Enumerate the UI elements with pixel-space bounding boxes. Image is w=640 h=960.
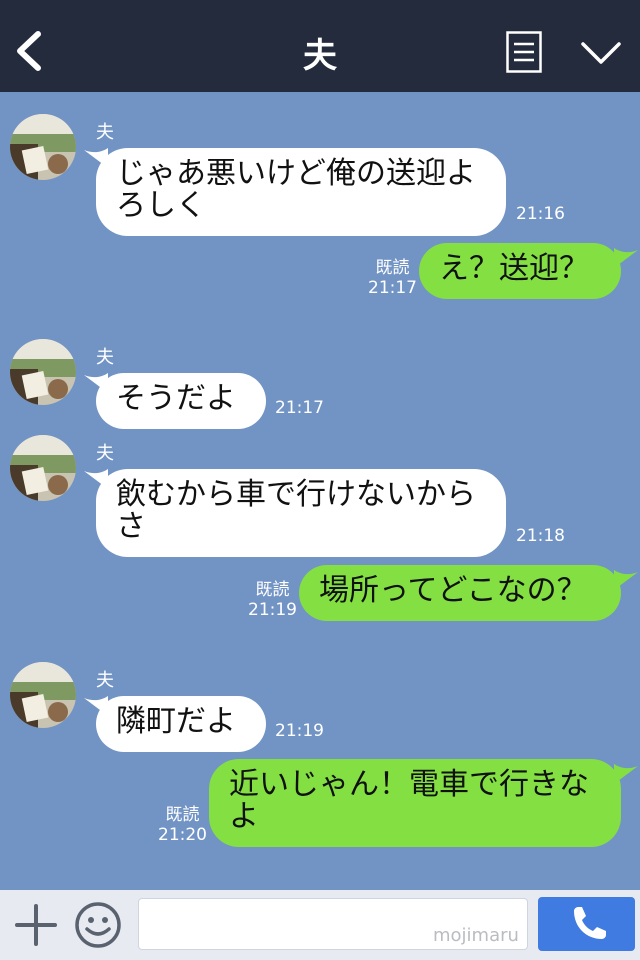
phone-icon [574, 907, 606, 939]
avatar[interactable] [10, 339, 76, 405]
chevron-down-icon[interactable] [580, 40, 622, 66]
message-time: 21:17 [368, 278, 417, 298]
message-bubble[interactable]: そうだよ [96, 373, 266, 429]
menu-icon[interactable] [506, 31, 542, 73]
message-bubble[interactable]: 飲むから車で行けないから さ [96, 469, 506, 557]
call-button[interactable] [538, 897, 635, 951]
chat-area[interactable]: 夫 じゃあ悪いけど俺の送迎よ ろしく 21:16 既読 21:17 え？送迎？ … [0, 92, 640, 890]
avatar-image [10, 435, 76, 501]
message-time: 21:20 [158, 825, 207, 845]
message-time: 21:17 [275, 398, 324, 418]
avatar[interactable] [10, 435, 76, 501]
read-receipt: 既読 21:20 [158, 805, 207, 845]
chat-header: 夫 [0, 0, 640, 92]
read-label: 既読 [165, 805, 200, 825]
message-time: 21:19 [248, 600, 297, 620]
chat-title: 夫 [303, 36, 337, 76]
avatar-image [10, 662, 76, 728]
read-label: 既読 [375, 258, 410, 278]
sender-name: 夫 [96, 122, 114, 143]
bubble-tail [614, 570, 638, 590]
avatar-image [10, 339, 76, 405]
read-receipt: 既読 21:19 [248, 580, 297, 620]
emoji-icon[interactable] [74, 901, 122, 949]
read-label: 既読 [255, 580, 290, 600]
sender-name: 夫 [96, 670, 114, 691]
plus-icon[interactable] [14, 903, 58, 947]
message-bubble[interactable]: え？送迎？ [419, 243, 621, 299]
message-bubble[interactable]: じゃあ悪いけど俺の送迎よ ろしく [96, 148, 506, 236]
avatar[interactable] [10, 114, 76, 180]
avatar[interactable] [10, 662, 76, 728]
read-receipt: 既読 21:17 [368, 258, 417, 298]
message-time: 21:18 [516, 526, 565, 546]
bubble-tail [614, 764, 638, 784]
message-bubble[interactable]: 隣町だよ [96, 696, 266, 752]
message-bubble[interactable]: 近いじゃん！電車で行きな よ [209, 759, 621, 847]
bubble-tail [614, 248, 638, 268]
sender-name: 夫 [96, 443, 114, 464]
message-bubble[interactable]: 場所ってどこなの？ [299, 565, 621, 621]
sender-name: 夫 [96, 347, 114, 368]
message-time: 21:16 [516, 204, 565, 224]
avatar-image [10, 114, 76, 180]
watermark: mojimaru [433, 925, 519, 946]
message-time: 21:19 [275, 721, 324, 741]
